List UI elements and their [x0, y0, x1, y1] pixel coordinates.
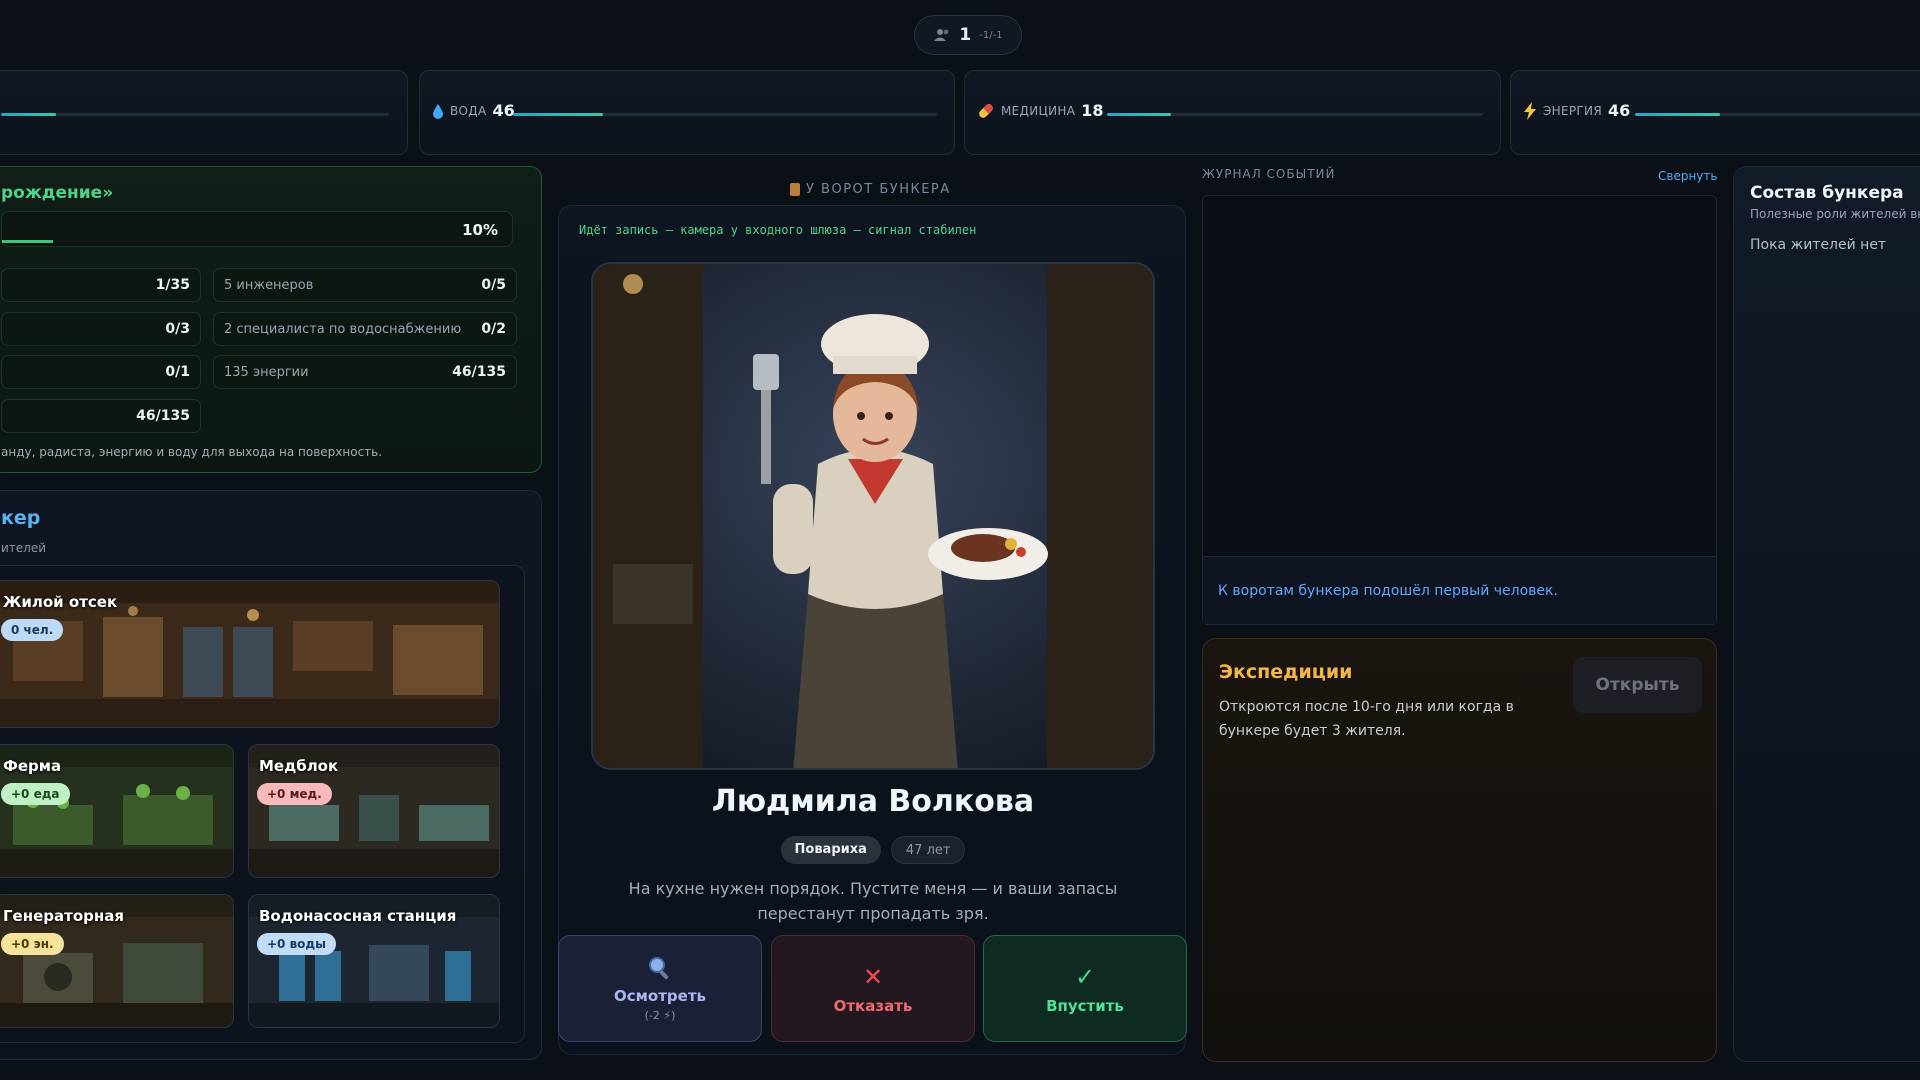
composition-subtitle: Полезные роли жителей вн: [1750, 207, 1920, 221]
room-living[interactable]: Жилой отсек 0 чел.: [0, 580, 500, 728]
inspect-cost: (-2 ⚡): [644, 1009, 676, 1022]
pill-icon: [979, 103, 993, 118]
goal-progress-bar: [2, 240, 53, 243]
room-living-name: Жилой отсек: [3, 593, 118, 611]
visitor-portrait: [591, 262, 1155, 770]
goal-progress-percent: 10%: [462, 221, 498, 239]
resource-card-food: [0, 70, 408, 155]
composition-panel: Состав бункера Полезные роли жителей вн …: [1733, 166, 1920, 1062]
visitor-age-tag: 47 лет: [890, 836, 966, 864]
people-icon: [934, 29, 949, 41]
room-water-station[interactable]: Водонасосная станция +0 воды: [248, 894, 500, 1028]
gate-header: У ВОРОТ БУНКЕРА: [790, 182, 951, 197]
population-count: 1: [959, 25, 972, 45]
checkmark-icon: ✓: [1074, 962, 1096, 991]
inspect-button[interactable]: Осмотреть (-2 ⚡): [558, 935, 762, 1042]
expeditions-title: Экспедиции: [1219, 661, 1353, 683]
reject-label: Отказать: [833, 996, 913, 1015]
room-farm-badge: +0 еда: [1, 783, 70, 805]
admit-label: Впустить: [1046, 996, 1124, 1015]
room-water-station-badge: +0 воды: [257, 933, 336, 955]
water-drop-icon: [433, 103, 443, 119]
goal-progress: 10%: [1, 211, 513, 247]
goal-req-1: 1/35: [1, 268, 201, 302]
expeditions-panel: Экспедиции Откроются после 10-го дня или…: [1202, 638, 1717, 1062]
expeditions-description: Откроются после 10-го дня или когда в бу…: [1219, 699, 1514, 739]
visitor-name: Людмила Волкова: [711, 784, 1035, 819]
medicine-label: МЕДИЦИНА: [1001, 103, 1076, 118]
room-water-station-name: Водонасосная станция: [259, 907, 457, 925]
energy-label: ЭНЕРГИЯ: [1543, 103, 1602, 118]
goal-title: рождение»: [1, 183, 114, 203]
resource-card-water: ВОДА 46: [419, 70, 955, 155]
goal-req-energy: 135 энергии 46/135: [213, 355, 517, 389]
visitor-portrait-image: [593, 264, 1153, 768]
goal-req-2: 0/3: [1, 312, 201, 346]
room-generator[interactable]: Генераторная +0 эн.: [0, 894, 234, 1028]
bunker-title: кер: [1, 507, 41, 529]
journal-panel: К воротам бункера подошёл первый человек…: [1202, 195, 1717, 625]
journal-collapse-link[interactable]: Свернуть: [1658, 169, 1717, 183]
resource-card-medicine: МЕДИЦИНА 18: [964, 70, 1501, 155]
food-bar: [1, 113, 56, 116]
goal-req-3: 0/1: [1, 355, 201, 389]
camera-status: Идёт запись — камера у входного шлюза — …: [579, 223, 977, 237]
water-bar: [513, 113, 603, 116]
composition-empty-text: Пока жителей нет: [1750, 237, 1887, 253]
visitor-panel: Идёт запись — камера у входного шлюза — …: [558, 205, 1186, 1055]
resource-card-energy: ЭНЕРГИЯ 46: [1510, 70, 1920, 155]
reject-button[interactable]: ✕ Отказать: [771, 935, 975, 1042]
lightning-icon: [1524, 101, 1536, 120]
room-medbay-badge: +0 мед.: [257, 783, 332, 805]
visitor-role-tag: Повариха: [780, 836, 881, 864]
admit-button[interactable]: ✓ Впустить: [983, 935, 1187, 1042]
bunker-panel: кер ителей Жилой отсек 0 чел. Ферма +0 е…: [0, 490, 542, 1060]
medicine-bar: [1107, 113, 1171, 116]
rooms-grid: Жилой отсек 0 чел. Ферма +0 еда Медблок …: [0, 565, 525, 1043]
room-medbay-name: Медблок: [259, 757, 339, 775]
room-farm[interactable]: Ферма +0 еда: [0, 744, 234, 878]
journal-title: ЖУРНАЛ СОБЫТИЙ: [1202, 167, 1336, 181]
population-meta: -1/-1: [979, 29, 1003, 41]
room-farm-name: Ферма: [3, 757, 62, 775]
population-pill: 1 -1/-1: [914, 15, 1022, 55]
goal-note: анду, радиста, энергию и воду для выхода…: [1, 445, 383, 459]
magnifier-icon: [649, 957, 669, 980]
journal-entry-text: К воротам бункера подошёл первый человек…: [1218, 583, 1558, 599]
room-medbay[interactable]: Медблок +0 мед.: [248, 744, 500, 878]
medicine-value: 18: [1081, 101, 1104, 120]
water-value: 46: [492, 101, 515, 120]
inspect-label: Осмотреть: [614, 987, 706, 1005]
expeditions-open-button[interactable]: Открыть: [1573, 657, 1702, 713]
composition-title: Состав бункера: [1750, 183, 1904, 203]
door-icon: [790, 183, 800, 196]
room-living-badge: 0 чел.: [1, 619, 64, 641]
goal-panel: рождение» 10% 1/35 5 инженеров 0/5 0/3 2…: [0, 166, 542, 473]
visitor-tags: Повариха 47 лет: [559, 836, 1187, 864]
journal-entry: К воротам бункера подошёл первый человек…: [1203, 556, 1716, 624]
goal-req-water-specialists: 2 специалиста по водоснабжению 0/2: [213, 312, 517, 346]
room-generator-badge: +0 эн.: [1, 933, 64, 955]
energy-bar: [1635, 113, 1720, 116]
room-generator-name: Генераторная: [3, 907, 124, 925]
goal-req-4: 46/135: [1, 399, 201, 433]
goal-req-engineers: 5 инженеров 0/5: [213, 268, 517, 302]
energy-value: 46: [1607, 101, 1631, 120]
bunker-subtitle: ителей: [1, 541, 47, 555]
visitor-description: На кухне нужен порядок. Пустите меня — и…: [628, 879, 1118, 923]
cross-icon: ✕: [862, 962, 884, 991]
water-label: ВОДА: [450, 103, 487, 118]
